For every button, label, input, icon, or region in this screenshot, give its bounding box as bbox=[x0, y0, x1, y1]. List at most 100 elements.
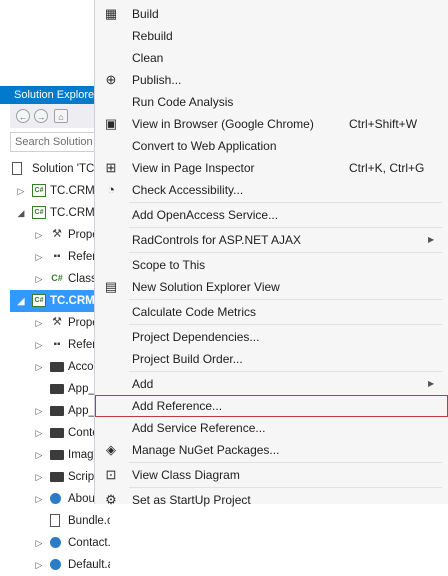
expand-arrow-icon[interactable]: ▷ bbox=[34, 356, 44, 378]
menu-item-label: Calculate Code Metrics bbox=[132, 305, 257, 319]
expand-arrow-icon[interactable]: ▷ bbox=[34, 246, 44, 268]
solution-icon bbox=[12, 162, 22, 175]
forward-icon[interactable]: → bbox=[34, 109, 48, 123]
folder-icon bbox=[50, 428, 64, 438]
menu-item-view-class-diagram[interactable]: ⊡ View Class Diagram bbox=[95, 464, 448, 486]
expand-arrow-icon[interactable]: ▷ bbox=[34, 268, 44, 290]
menu-item-shortcut: Ctrl+Shift+W bbox=[349, 117, 418, 131]
menu-item-calculate-code-metrics[interactable]: Calculate Code Metrics bbox=[95, 301, 448, 323]
collapse-arrow-icon[interactable]: ◢ bbox=[16, 290, 26, 312]
menu-item-label: Project Dependencies... bbox=[132, 330, 260, 344]
tree-item-label: Default.aspx bbox=[68, 559, 110, 571]
menu-item-view-in-browser-google-chrome[interactable]: ▣ View in Browser (Google Chrome) Ctrl+Shi… bbox=[95, 113, 448, 135]
menu-item-label: Add bbox=[132, 377, 154, 391]
tree-item-label: Bundle.config bbox=[68, 515, 110, 527]
tree-item[interactable]: ▷ Default.aspx bbox=[10, 554, 110, 576]
expand-arrow-icon[interactable]: ▷ bbox=[34, 466, 44, 488]
menu-separator bbox=[129, 202, 442, 203]
submenu-arrow-icon: ▶ bbox=[428, 379, 435, 388]
menu-separator bbox=[129, 227, 442, 228]
menu-item-radcontrols-for-asp-net-ajax[interactable]: RadControls for ASP.NET AJAX ▶ bbox=[95, 229, 448, 251]
references-icon: ▪▪ bbox=[53, 339, 61, 350]
menu-item-clean[interactable]: Clean bbox=[95, 47, 448, 69]
new-view-icon: ▤ bbox=[104, 279, 118, 294]
aspx-file-icon bbox=[50, 493, 61, 504]
menu-item-label: Project Build Order... bbox=[132, 352, 243, 366]
expand-arrow-icon[interactable]: ▷ bbox=[34, 444, 44, 466]
menu-separator bbox=[129, 324, 442, 325]
back-icon[interactable]: ← bbox=[16, 109, 30, 123]
menu-item-label: Add Service Reference... bbox=[132, 421, 266, 435]
menu-item-label: Scope to This bbox=[132, 258, 206, 272]
expand-arrow-icon[interactable]: ▷ bbox=[34, 224, 44, 246]
references-icon: ▪▪ bbox=[53, 251, 61, 262]
menu-item-project-build-order[interactable]: Project Build Order... bbox=[95, 348, 448, 370]
menu-item-label: Clean bbox=[132, 51, 164, 65]
menu-item-rebuild[interactable]: Rebuild bbox=[95, 25, 448, 47]
menu-item-new-solution-explorer-view[interactable]: ▤ New Solution Explorer View bbox=[95, 276, 448, 298]
expand-arrow-icon[interactable]: ▷ bbox=[34, 488, 44, 510]
expand-arrow-icon[interactable]: ▷ bbox=[34, 312, 44, 334]
submenu-arrow-icon: ▶ bbox=[428, 235, 435, 244]
page-inspector-icon: ⊞ bbox=[105, 160, 117, 175]
expand-arrow-icon[interactable]: ▷ bbox=[16, 180, 26, 202]
folder-icon bbox=[50, 472, 64, 482]
tree-item-label: Contact.aspx bbox=[68, 537, 110, 549]
menu-item-view-in-page-inspector[interactable]: ⊞ View in Page Inspector Ctrl+K, Ctrl+G bbox=[95, 157, 448, 179]
expand-arrow-icon[interactable]: ▷ bbox=[34, 554, 44, 576]
menu-item-convert-to-web-application[interactable]: Convert to Web Application bbox=[95, 135, 448, 157]
expand-arrow-icon[interactable]: ▷ bbox=[34, 532, 44, 554]
menu-item-label: New Solution Explorer View bbox=[132, 280, 280, 294]
menu-item-add-openaccess-service[interactable]: Add OpenAccess Service... bbox=[95, 204, 448, 226]
menu-item-label: Rebuild bbox=[132, 29, 173, 43]
csharp-project-icon: C# bbox=[32, 184, 46, 197]
menu-item-label: Run Code Analysis bbox=[132, 95, 234, 109]
folder-icon bbox=[50, 362, 64, 372]
menu-item-label: View Class Diagram bbox=[132, 468, 240, 482]
tree-item[interactable]: Bundle.config bbox=[10, 510, 110, 532]
menu-item-publish[interactable]: ⊕ Publish... bbox=[95, 69, 448, 91]
menu-item-scope-to-this[interactable]: Scope to This bbox=[95, 254, 448, 276]
expand-arrow-icon[interactable]: ▷ bbox=[34, 422, 44, 444]
collapse-arrow-icon[interactable]: ◢ bbox=[16, 202, 26, 224]
expand-arrow-icon[interactable]: ▷ bbox=[34, 334, 44, 356]
menu-item-set-as-startup-project[interactable]: ⚙ Set as StartUp Project bbox=[95, 489, 448, 511]
menu-separator bbox=[129, 299, 442, 300]
publish-icon: ⊕ bbox=[105, 72, 117, 87]
menu-item-add[interactable]: Add ▶ bbox=[95, 373, 448, 395]
menu-separator bbox=[129, 371, 442, 372]
expand-arrow-icon[interactable]: ▷ bbox=[34, 400, 44, 422]
menu-item-add-service-reference[interactable]: Add Service Reference... bbox=[95, 417, 448, 439]
web-project-icon: C# bbox=[32, 294, 46, 307]
menu-item-label: View in Page Inspector bbox=[132, 161, 255, 175]
folder-icon bbox=[50, 406, 64, 416]
menu-item-label: Manage NuGet Packages... bbox=[132, 443, 280, 457]
nuget-icon: ◈ bbox=[106, 442, 116, 457]
csharp-file-icon: C# bbox=[51, 273, 63, 283]
folder-icon bbox=[50, 384, 64, 394]
menu-item-shortcut: Ctrl+K, Ctrl+G bbox=[349, 161, 425, 175]
menu-separator bbox=[129, 487, 442, 488]
config-file-icon bbox=[50, 514, 60, 527]
menu-item-add-reference[interactable]: Add Reference... bbox=[95, 395, 448, 417]
menu-item-manage-nuget-packages[interactable]: ◈ Manage NuGet Packages... bbox=[95, 439, 448, 461]
wrench-icon: ⚒ bbox=[52, 228, 62, 240]
menu-item-label: Add Reference... bbox=[132, 399, 223, 413]
menu-item-label: Convert to Web Application bbox=[132, 139, 277, 153]
menu-item-run-code-analysis[interactable]: Run Code Analysis bbox=[95, 91, 448, 113]
menu-separator bbox=[129, 462, 442, 463]
menu-item-check-accessibility[interactable]: ◔ Check Accessibility... bbox=[95, 179, 448, 201]
menu-item-project-dependencies[interactable]: Project Dependencies... bbox=[95, 326, 448, 348]
menu-separator bbox=[129, 252, 442, 253]
aspx-file-icon bbox=[50, 537, 61, 548]
build-icon: ▦ bbox=[104, 6, 118, 21]
accessibility-icon: ◔ bbox=[107, 182, 115, 197]
home-icon[interactable]: ⌂ bbox=[54, 109, 68, 123]
tree-item[interactable]: ▷ Contact.aspx bbox=[10, 532, 110, 554]
folder-icon bbox=[50, 450, 64, 460]
menu-item-build[interactable]: ▦ Build bbox=[95, 3, 448, 25]
menu-item-label: Check Accessibility... bbox=[132, 183, 244, 197]
context-menu: ▦ Build Rebuild Clean ⊕ Publish... Run Code An… bbox=[94, 0, 448, 507]
menu-item-label: View in Browser (Google Chrome) bbox=[132, 117, 314, 131]
browser-icon: ▣ bbox=[104, 116, 118, 131]
